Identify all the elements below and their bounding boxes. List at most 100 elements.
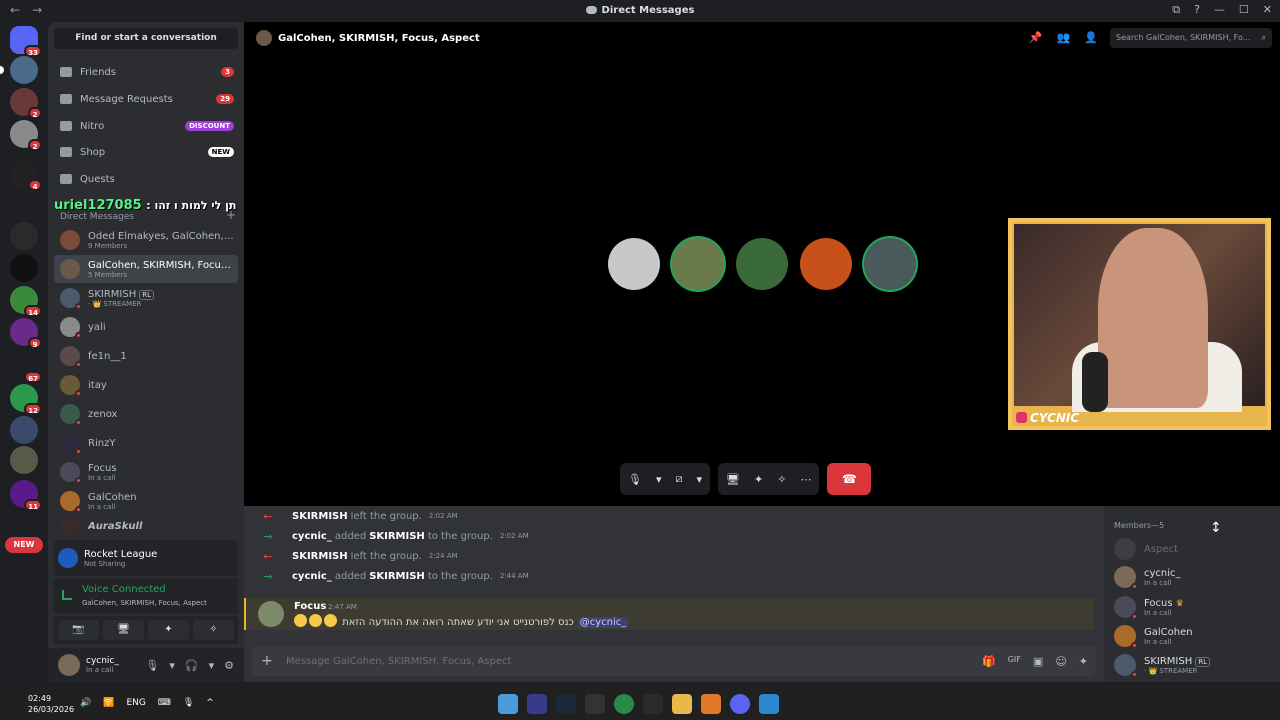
camera-off-icon[interactable]: ⧄ (676, 472, 683, 486)
new-unreads-pill[interactable]: NEW (5, 537, 43, 553)
nav-quests[interactable]: Quests (54, 167, 238, 191)
server-icon[interactable]: 9 (10, 318, 42, 349)
msg-actor[interactable]: cycnic_ (292, 531, 332, 542)
voice-status[interactable]: Voice Connected (82, 584, 166, 595)
msg-actor[interactable]: SKIRMISH (292, 511, 348, 522)
chevron-down-icon[interactable]: ▾ (697, 473, 703, 486)
server-icon[interactable]: 2 (10, 88, 42, 119)
camera-off-button[interactable]: 📷 (58, 620, 99, 640)
server-icon[interactable] (10, 446, 38, 474)
dm-item[interactable]: fe1n__1 (54, 342, 238, 370)
soundboard-button[interactable]: ✧ (193, 620, 234, 640)
member-item[interactable]: Aspect (1114, 536, 1178, 562)
dm-item-active[interactable]: GalCohen, SKIRMISH, Focus, ... 5 Members (54, 255, 238, 283)
rocket-league-app-icon[interactable] (527, 694, 547, 714)
soundboard-icon[interactable]: ✧ (777, 473, 786, 486)
server-icon[interactable]: 2 (10, 120, 42, 151)
gift-icon[interactable]: 🎁 (982, 655, 996, 668)
minimize-button[interactable]: — (1214, 3, 1225, 17)
msg-target[interactable]: SKIRMISH (369, 571, 425, 582)
chevron-down-icon[interactable]: ▾ (209, 659, 215, 672)
nav-message-requests[interactable]: Message Requests 29 (54, 87, 238, 111)
activities-icon[interactable]: ✦ (754, 473, 763, 486)
server-icon[interactable]: 67 (10, 352, 42, 383)
server-icon[interactable]: 11 (10, 480, 42, 511)
mm-app-icon[interactable] (585, 694, 605, 714)
maximize-button[interactable]: ☐ (1239, 3, 1249, 17)
participant-avatar[interactable] (736, 238, 788, 290)
more-options-icon[interactable]: ⋯ (800, 473, 811, 486)
find-conversation-button[interactable]: Find or start a conversation (54, 28, 238, 49)
chevron-down-icon[interactable]: ▾ (656, 473, 662, 486)
dm-item[interactable]: RinzY (54, 429, 238, 457)
participant-avatar[interactable] (608, 238, 660, 290)
volume-icon[interactable]: 🔊 (80, 698, 91, 708)
server-icon[interactable]: 14 (10, 286, 42, 317)
author-avatar[interactable] (258, 601, 284, 627)
close-button[interactable]: ✕ (1263, 3, 1272, 17)
screen-share-button[interactable]: 🖥 (103, 620, 144, 640)
steam-app-icon[interactable] (556, 694, 576, 714)
settings-gear-icon[interactable]: ⚙ (224, 659, 234, 672)
chevron-down-icon[interactable]: ▾ (169, 659, 175, 672)
msg-actor[interactable]: cycnic_ (292, 571, 332, 582)
inbox-icon[interactable]: ⧉ (1172, 3, 1180, 17)
dm-item[interactable]: yali (54, 313, 238, 341)
server-icon[interactable] (10, 416, 38, 444)
screen-share-icon[interactable]: 🖥 (726, 473, 740, 486)
server-icon[interactable]: 12 (10, 384, 42, 415)
user-mention[interactable]: @cycnic_ (577, 617, 629, 628)
keyboard-icon[interactable]: ⌨ (158, 698, 171, 708)
chrome-app-icon[interactable] (614, 694, 634, 714)
dm-item[interactable]: Oded Elmakyes, GalCohen, SK... 9 Members (54, 226, 238, 254)
discord-app-icon[interactable] (730, 694, 750, 714)
server-icon[interactable] (10, 222, 38, 250)
member-item[interactable]: Focus ♛ In a call (1114, 594, 1184, 620)
participant-avatar[interactable] (800, 238, 852, 290)
participant-avatar[interactable] (672, 238, 724, 290)
user-avatar[interactable] (58, 654, 80, 676)
notepad-app-icon[interactable] (498, 694, 518, 714)
add-members-icon[interactable]: 👥 (1057, 31, 1071, 44)
activities-button[interactable]: ✦ (148, 620, 189, 640)
member-item[interactable]: cycnic_ In a call (1114, 564, 1181, 590)
activity-panel[interactable]: Rocket League Not Sharing (54, 540, 238, 576)
member-item[interactable]: GalCohen In a call (1114, 623, 1193, 649)
home-button[interactable]: 33 (10, 26, 42, 57)
disconnect-button[interactable]: ☎ (827, 463, 872, 495)
mic-tray-icon[interactable]: 🎙 (183, 698, 194, 708)
dm-item[interactable]: zenox (54, 400, 238, 428)
apps-icon[interactable]: ✦ (1079, 655, 1088, 668)
dm-item[interactable]: GalCohen In a call (54, 487, 238, 515)
microphone-icon[interactable]: 🎙 (145, 659, 159, 672)
epic-games-app-icon[interactable] (643, 694, 663, 714)
sticker-icon[interactable]: ▣ (1033, 655, 1043, 668)
emoji-picker-icon[interactable]: ☺ (1055, 655, 1066, 668)
folder-app-icon[interactable] (701, 694, 721, 714)
nav-friends[interactable]: Friends 3 (54, 60, 238, 84)
help-icon[interactable]: ? (1194, 3, 1200, 17)
nav-nitro[interactable]: Nitro DISCOUNT (54, 114, 238, 138)
search-input[interactable]: Search GalCohen, SKIRMISH, Fo... ⌕ (1110, 28, 1272, 48)
headphones-icon[interactable]: 🎧 (185, 659, 199, 672)
message-author[interactable]: Focus (294, 601, 326, 612)
network-icon[interactable]: 🛜 (103, 698, 114, 708)
server-icon[interactable]: 4 (10, 160, 42, 191)
nav-shop[interactable]: Shop NEW (54, 140, 238, 164)
dm-item[interactable]: Focus In a call (54, 458, 238, 486)
server-icon[interactable] (0, 56, 38, 84)
show-hidden-icons-icon[interactable]: ^ (206, 698, 214, 708)
server-icon[interactable] (10, 254, 38, 282)
language-indicator[interactable]: ENG (126, 698, 145, 708)
file-explorer-app-icon[interactable] (672, 694, 692, 714)
dm-item[interactable]: itay (54, 371, 238, 399)
create-dm-button[interactable]: + (226, 208, 236, 222)
dm-item[interactable]: SKIRMISH RL · 👑 STREAMER (54, 284, 238, 312)
windows-store-app-icon[interactable] (759, 694, 779, 714)
msg-target[interactable]: SKIRMISH (369, 531, 425, 542)
gif-icon[interactable]: GIF (1008, 655, 1021, 668)
msg-actor[interactable]: SKIRMISH (292, 551, 348, 562)
dm-item[interactable]: AuraSkull (54, 516, 238, 536)
member-item[interactable]: SKIRMISH RL · 👑 STREAMER (1114, 652, 1211, 678)
clock[interactable]: 02:49 26/03/2026 (28, 693, 74, 715)
